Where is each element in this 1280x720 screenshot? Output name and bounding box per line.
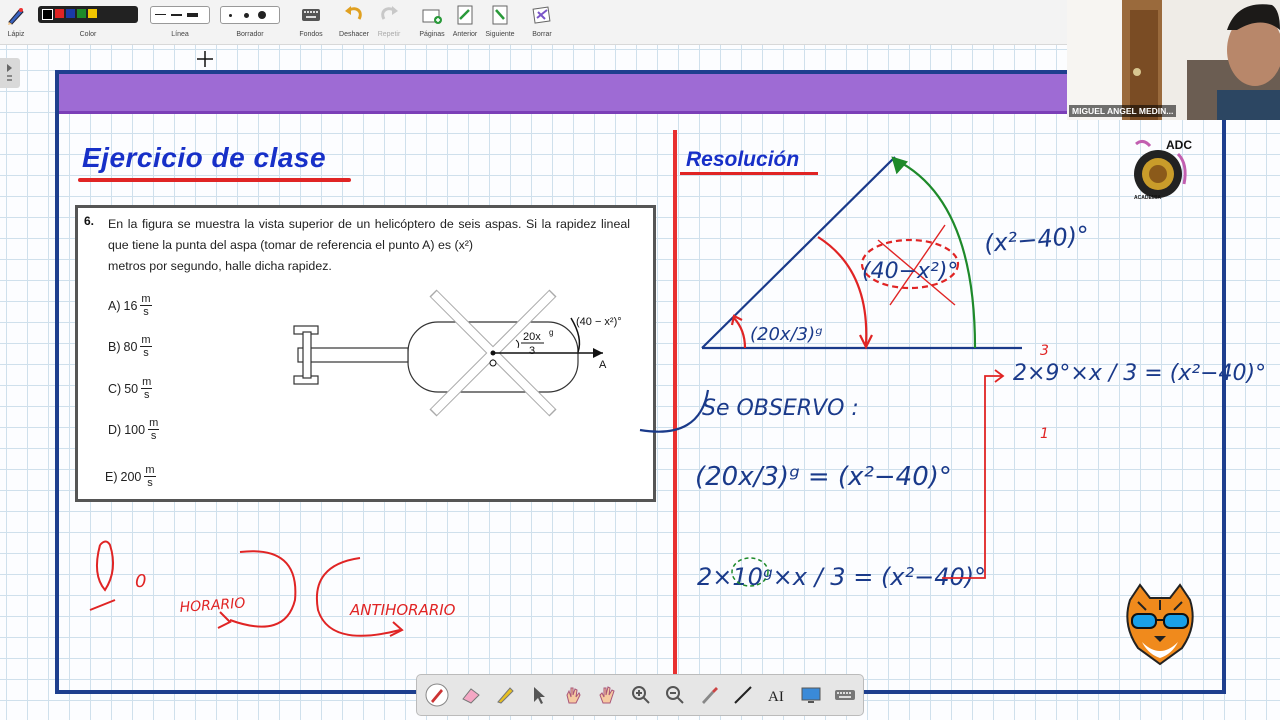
highlighter-icon[interactable]	[493, 683, 517, 707]
presenter-video	[1067, 0, 1280, 120]
hand-drag-icon[interactable]	[561, 683, 585, 707]
text-tool-icon[interactable]: AI	[765, 683, 789, 707]
participant-name: MIGUEL ANGEL MEDIN...	[1069, 105, 1177, 117]
diagram-angle-small: (20x/3)ᵍ	[750, 324, 822, 345]
tiger-mascot-icon	[1126, 583, 1194, 666]
diagram-angle-outer: (x²−40)°	[983, 221, 1090, 258]
screen-icon[interactable]	[799, 683, 823, 707]
line-tool-icon[interactable]	[731, 683, 755, 707]
equation-2: 2×10ᵍ×x / 3 = (x²−40)°	[697, 563, 986, 591]
logo-text: ADC	[1166, 138, 1192, 152]
note-horario: HORARIO	[179, 595, 246, 616]
drawing-toolbar: AI	[416, 674, 864, 716]
eraser-icon[interactable]	[459, 683, 483, 707]
diagram-angle-big: (40−x²)°	[862, 259, 958, 284]
note-observo: Se OBSERVO :	[702, 396, 859, 421]
pointer-pen-icon[interactable]	[425, 683, 449, 707]
equation-1: (20x/3)ᵍ = (x²−40)°	[695, 462, 952, 492]
academy-logo: ADC ACADEMIA	[1128, 134, 1194, 208]
zoom-out-icon[interactable]	[663, 683, 687, 707]
note-antihorario: ANTIHORARIO	[349, 601, 456, 619]
annotation-one: 1	[1040, 426, 1049, 442]
note-zero: 0	[135, 571, 146, 592]
annotation-three: 3	[1040, 343, 1049, 359]
svg-text:AI: AI	[768, 689, 784, 705]
brush-icon[interactable]	[697, 683, 721, 707]
cursor-icon[interactable]	[527, 683, 551, 707]
keyboard-icon[interactable]	[833, 683, 857, 707]
crosshair-cursor-icon	[197, 51, 213, 67]
zoom-in-icon[interactable]	[629, 683, 653, 707]
hand-icon[interactable]	[595, 683, 619, 707]
logo-subtext: ACADEMIA	[1134, 195, 1161, 201]
equation-3: 2×9°×x / 3 = (x²−40)°	[1013, 361, 1266, 386]
webcam-feed: MIGUEL ANGEL MEDIN...	[1067, 0, 1280, 120]
